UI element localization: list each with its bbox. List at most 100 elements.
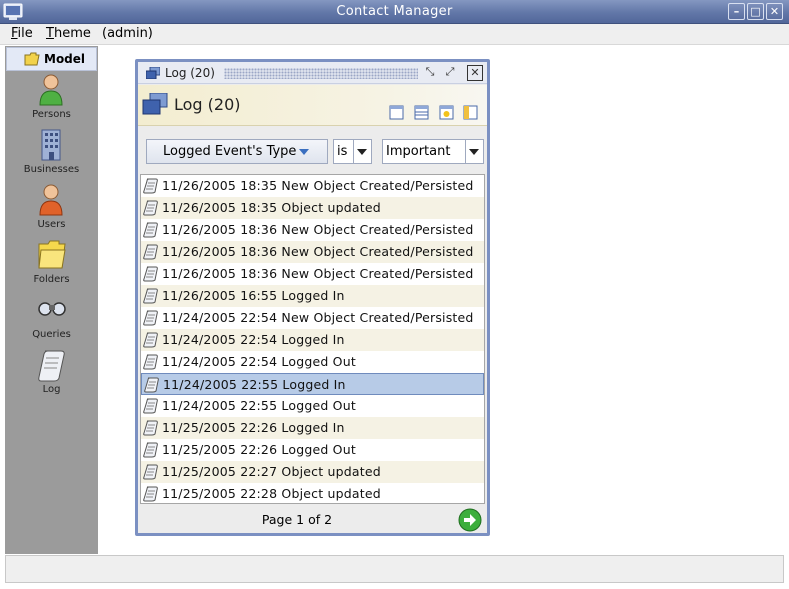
log-row[interactable]: 11/26/2005 18:35 New Object Created/Pers… [141, 175, 484, 197]
next-page-button[interactable] [458, 508, 482, 532]
nav-queries[interactable]: Queries [5, 293, 98, 348]
log-row[interactable]: 11/26/2005 18:35 Object updated [141, 197, 484, 219]
nav-users-label: Users [37, 219, 66, 230]
log-row-text: 11/26/2005 16:55 Logged In [162, 288, 345, 303]
log-row[interactable]: 11/26/2005 18:36 New Object Created/Pers… [141, 241, 484, 263]
log-row-text: 11/25/2005 22:27 Object updated [162, 464, 381, 479]
binoculars-icon [38, 302, 66, 316]
nav-folders-label: Folders [33, 274, 70, 285]
nav-persons-label: Persons [32, 109, 71, 120]
scroll-icon [143, 310, 158, 326]
scroll-icon [143, 486, 158, 502]
log-list[interactable]: 11/26/2005 18:35 New Object Created/Pers… [140, 174, 485, 504]
log-row[interactable]: 11/25/2005 22:28 Object updated [141, 483, 484, 503]
close-button[interactable]: ✕ [766, 3, 783, 20]
menu-file[interactable]: File [11, 26, 33, 41]
filter-field-label: Logged Event's Type [163, 144, 297, 159]
nav-businesses-label: Businesses [23, 164, 80, 175]
filter-operator-select[interactable]: is [333, 139, 372, 164]
nav-log-label: Log [42, 384, 61, 395]
filter-bar: Logged Event's Type is Important [138, 126, 487, 171]
log-row[interactable]: 11/24/2005 22:55 Logged Out [141, 395, 484, 417]
chevron-down-icon [357, 149, 367, 155]
nav-log[interactable]: Log [5, 348, 98, 403]
maximize-icon[interactable]: ⤢ [442, 65, 458, 81]
chevron-down-icon [469, 149, 479, 155]
view-split-icon[interactable] [463, 105, 478, 120]
log-frame-titlebar[interactable]: Log (20) ⤡ ⤢ ✕ [138, 62, 487, 84]
user-icon [39, 184, 63, 216]
scroll-icon [143, 200, 158, 216]
log-row-text: 11/26/2005 18:36 New Object Created/Pers… [162, 266, 474, 281]
nav-queries-label: Queries [32, 329, 71, 340]
window-title: Contact Manager [336, 4, 453, 19]
maximize-button[interactable]: □ [747, 3, 764, 20]
log-row-text: 11/24/2005 22:55 Logged In [163, 377, 346, 392]
scroll-icon [143, 244, 158, 260]
scroll-icon [143, 266, 158, 282]
nav-businesses[interactable]: Businesses [5, 128, 98, 183]
log-row[interactable]: 11/25/2005 22:26 Logged In [141, 417, 484, 439]
person-icon [39, 74, 63, 106]
minimize-button[interactable]: – [728, 3, 745, 20]
log-row[interactable]: 11/25/2005 22:27 Object updated [141, 461, 484, 483]
log-row[interactable]: 11/26/2005 18:36 New Object Created/Pers… [141, 219, 484, 241]
page-indicator: Page 1 of 2 [261, 512, 333, 527]
log-header-title: Log (20) [174, 95, 241, 114]
scroll-icon [143, 178, 158, 194]
log-row-text: 11/24/2005 22:54 Logged In [162, 332, 345, 347]
log-row[interactable]: 11/24/2005 22:54 Logged In [141, 329, 484, 351]
scroll-icon [143, 420, 158, 436]
chevron-down-icon [299, 149, 309, 155]
menu-theme[interactable]: Theme [46, 26, 91, 41]
nav-persons[interactable]: Persons [5, 73, 98, 128]
scroll-icon [143, 442, 158, 458]
log-row-text: 11/25/2005 22:26 Logged In [162, 420, 345, 435]
iconify-icon[interactable]: ⤡ [422, 65, 438, 81]
menu-theme-mnemonic: T [46, 26, 54, 41]
log-row-text: 11/26/2005 18:36 New Object Created/Pers… [162, 244, 474, 259]
log-row[interactable]: 11/24/2005 22:54 New Object Created/Pers… [141, 307, 484, 329]
select-divider [353, 140, 354, 163]
menu-theme-label: heme [53, 26, 91, 41]
scroll-icon [143, 464, 158, 480]
filter-value-text: Important [386, 144, 451, 159]
log-frame-title: Log (20) [165, 66, 215, 80]
menu-file-label: ile [17, 26, 33, 41]
log-row[interactable]: 11/26/2005 18:36 New Object Created/Pers… [141, 263, 484, 285]
nav-folders[interactable]: Folders [5, 238, 98, 293]
view-star-icon[interactable] [439, 105, 454, 120]
pager: Page 1 of 2 [138, 506, 487, 533]
menu-bar: File Theme (admin) [0, 24, 789, 45]
scroll-icon [143, 222, 158, 238]
log-row[interactable]: 11/26/2005 16:55 Logged In [141, 285, 484, 307]
status-bar [5, 555, 784, 583]
scroll-icon [144, 377, 159, 393]
log-row-text: 11/24/2005 22:55 Logged Out [162, 398, 356, 413]
log-internal-frame: Log (20) ⤡ ⤢ ✕ Log (20) Logged Event's T… [135, 59, 490, 536]
folder-icon [38, 240, 66, 269]
model-group-label: Model [44, 52, 86, 66]
log-row-text: 11/25/2005 22:26 Logged Out [162, 442, 356, 457]
log-row-text: 11/24/2005 22:54 New Object Created/Pers… [162, 310, 474, 325]
window-titlebar[interactable]: Contact Manager – □ ✕ [0, 0, 789, 24]
log-row[interactable]: 11/24/2005 22:54 Logged Out [141, 351, 484, 373]
scroll-icon [143, 354, 158, 370]
outlook-bar: Model Persons Businesses Users Folders Q… [5, 46, 98, 554]
close-frame-icon[interactable]: ✕ [467, 65, 483, 81]
log-header: Log (20) [138, 85, 487, 126]
scroll-icon [38, 350, 65, 382]
filter-field-dropdown[interactable]: Logged Event's Type [146, 139, 328, 164]
scroll-icon [143, 332, 158, 348]
folder-icon [24, 52, 40, 66]
log-frame-icon [146, 67, 160, 79]
model-group-button[interactable]: Model [6, 47, 97, 71]
view-table-icon[interactable] [414, 105, 429, 120]
view-form-icon[interactable] [389, 105, 404, 120]
filter-value-select[interactable]: Important [382, 139, 484, 164]
log-row-text: 11/26/2005 18:35 New Object Created/Pers… [162, 178, 474, 193]
log-row[interactable]: 11/24/2005 22:55 Logged In [141, 373, 484, 395]
nav-users[interactable]: Users [5, 183, 98, 238]
log-row[interactable]: 11/25/2005 22:26 Logged Out [141, 439, 484, 461]
log-row-text: 11/24/2005 22:54 Logged Out [162, 354, 356, 369]
